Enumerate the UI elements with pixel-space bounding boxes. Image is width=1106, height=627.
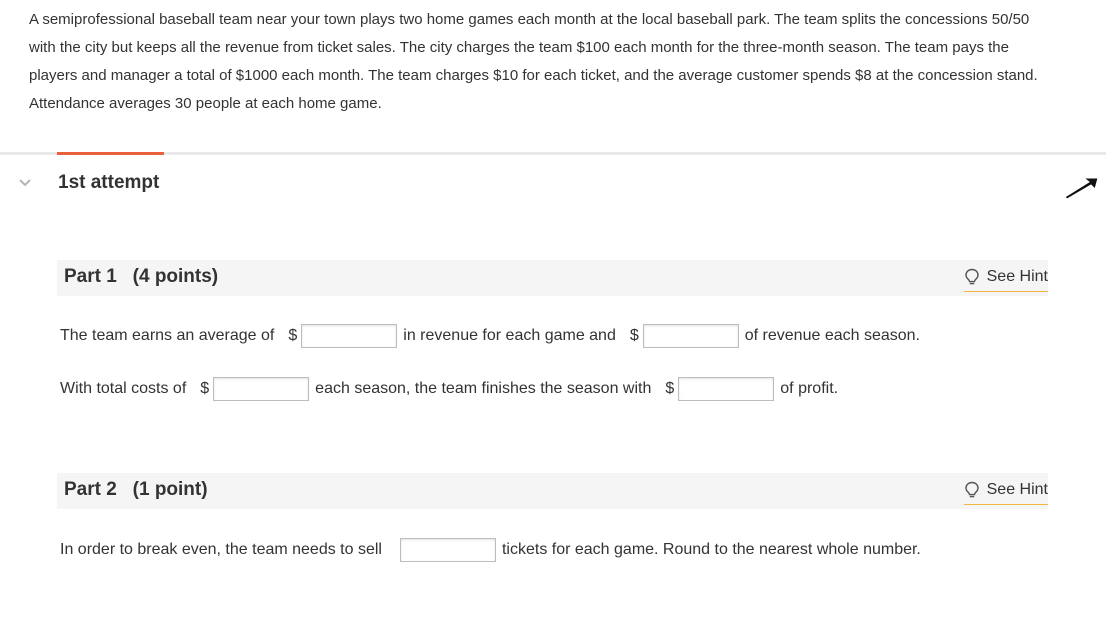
question-text: in revenue for each game and xyxy=(403,327,616,344)
break-even-tickets-input[interactable] xyxy=(399,538,496,562)
total-costs-input[interactable] xyxy=(213,377,310,401)
question-text: The team earns an average of xyxy=(60,327,275,344)
revenue-per-season-input[interactable] xyxy=(642,324,739,348)
question-text: each season, the team finishes the seaso… xyxy=(315,380,652,397)
see-hint-button[interactable]: See Hint xyxy=(963,478,1048,505)
question-text: In order to break even, the team needs t… xyxy=(60,541,382,558)
dollar-sign: $ xyxy=(629,327,639,344)
chevron-down-icon[interactable] xyxy=(17,175,33,191)
problem-line: with the city but keeps all the revenue … xyxy=(29,39,1009,56)
dollar-sign: $ xyxy=(288,327,298,344)
part-1-header: Part 1 (4 points) See Hint xyxy=(57,260,1048,296)
active-tab-indicator xyxy=(57,152,164,155)
dollar-sign: $ xyxy=(200,380,210,397)
see-hint-button[interactable]: See Hint xyxy=(963,265,1048,292)
problem-line: players and manager a total of $1000 eac… xyxy=(29,67,1038,84)
part-1-title: Part 1 (4 points) xyxy=(64,266,219,287)
lightbulb-icon xyxy=(964,481,980,499)
problem-line: Attendance averages 30 people at each ho… xyxy=(29,95,382,112)
part-2-title: Part 2 (1 point) xyxy=(64,479,208,500)
problem-line: A semiprofessional baseball team near yo… xyxy=(29,11,1030,28)
see-hint-label: See Hint xyxy=(986,481,1048,498)
part-2-question-line-1: In order to break even, the team needs t… xyxy=(60,536,921,564)
mouse-pointer-icon xyxy=(1062,172,1102,202)
question-text: of profit. xyxy=(780,380,839,397)
dollar-sign: $ xyxy=(665,380,675,397)
question-text: of revenue each season. xyxy=(744,327,920,344)
problem-statement: A semiprofessional baseball team near yo… xyxy=(29,6,1079,118)
part-2-header: Part 2 (1 point) See Hint xyxy=(57,473,1048,509)
attempt-title[interactable]: 1st attempt xyxy=(58,172,159,194)
lightbulb-icon xyxy=(964,268,980,286)
see-hint-label: See Hint xyxy=(986,268,1048,285)
section-divider xyxy=(0,152,1106,155)
question-text: tickets for each game. Round to the near… xyxy=(501,541,921,558)
part-1-question-line-1: The team earns an average of $ in revenu… xyxy=(60,322,920,350)
profit-input[interactable] xyxy=(678,377,775,401)
revenue-per-game-input[interactable] xyxy=(301,324,398,348)
question-text: With total costs of xyxy=(60,380,187,397)
part-1-question-line-2: With total costs of $ each season, the t… xyxy=(60,375,838,403)
